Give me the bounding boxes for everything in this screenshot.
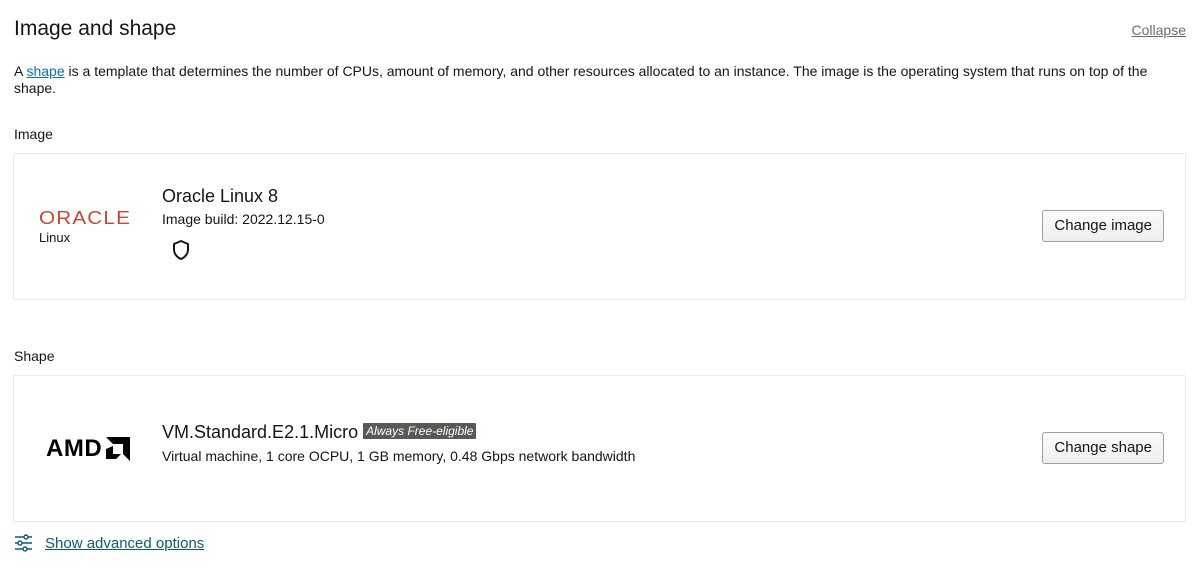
shape-help-link[interactable]: shape	[26, 63, 64, 79]
section-description: A shape is a template that determines th…	[14, 63, 1184, 97]
description-prefix: A	[14, 63, 27, 79]
image-build: Image build: 2022.12.15-0	[162, 211, 325, 227]
change-shape-button[interactable]: Change shape	[1042, 432, 1164, 464]
change-image-button[interactable]: Change image	[1042, 210, 1164, 242]
shape-group-label: Shape	[14, 348, 55, 364]
sliders-icon	[15, 534, 32, 552]
show-advanced-options-link[interactable]: Show advanced options	[14, 534, 204, 552]
shape-name-row: VM.Standard.E2.1.Micro Always Free-eligib…	[162, 422, 477, 443]
oracle-linux-logo: ORACLE Linux	[39, 209, 130, 245]
collapse-link[interactable]: Collapse	[1132, 22, 1186, 38]
description-suffix: is a template that determines the number…	[14, 63, 1148, 96]
shape-name: VM.Standard.E2.1.Micro	[162, 422, 359, 442]
shape-details: Virtual machine, 1 core OCPU, 1 GB memor…	[162, 448, 636, 464]
shape-card: AMD VM.Standard.E2.1.Micro Always Free-el…	[13, 375, 1186, 522]
image-card: ORACLE Linux Oracle Linux 8 Image build:…	[13, 153, 1186, 300]
amd-logo: AMD	[46, 435, 131, 463]
free-eligible-badge: Always Free-eligible	[363, 423, 477, 439]
show-advanced-options-label[interactable]: Show advanced options	[45, 535, 204, 552]
image-group-label: Image	[14, 126, 53, 142]
oracle-logo-subtext: Linux	[39, 230, 71, 245]
section-title: Image and shape	[14, 17, 177, 40]
amd-logo-text: AMD	[46, 435, 103, 462]
image-name: Oracle Linux 8	[162, 186, 279, 206]
amd-arrow-icon	[106, 437, 131, 461]
shield-icon	[171, 239, 191, 266]
oracle-logo-text: ORACLE	[39, 208, 132, 228]
